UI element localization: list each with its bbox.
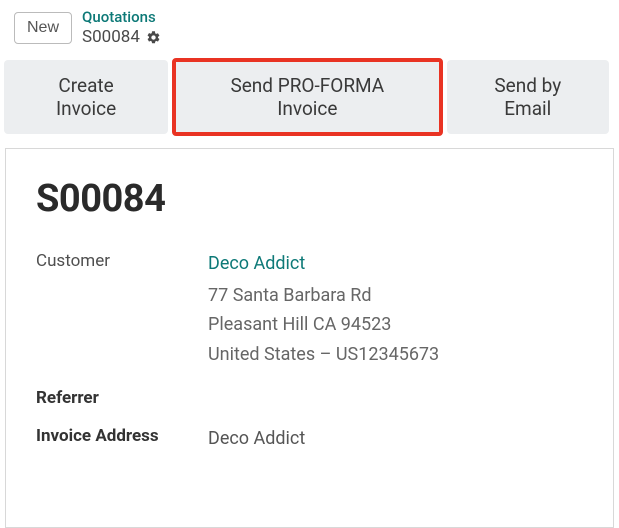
send-proforma-button[interactable]: Send PRO-FORMA Invoice [174,60,440,134]
field-referrer: Referrer [36,386,583,408]
address-line-3: United States – US12345673 [208,340,439,370]
address-line-2: Pleasant Hill CA 94523 [208,310,439,340]
record-title: S00084 [36,177,583,221]
form-sheet: S00084 Customer Deco Addict 77 Santa Bar… [5,148,614,528]
header-bar: New Quotations S00084 [0,0,619,60]
address-line-1: 77 Santa Barbara Rd [208,281,439,311]
action-button-bar: Create Invoice Send PRO-FORMA Invoice Se… [0,60,619,134]
customer-value: Deco Addict 77 Santa Barbara Rd Pleasant… [208,249,439,370]
referrer-label: Referrer [36,386,208,408]
breadcrumb: Quotations S00084 [82,8,161,48]
invoice-address-label: Invoice Address [36,424,208,446]
new-button[interactable]: New [14,12,72,44]
create-invoice-button[interactable]: Create Invoice [4,60,168,134]
customer-label: Customer [36,249,208,271]
field-customer: Customer Deco Addict 77 Santa Barbara Rd… [36,249,583,370]
breadcrumb-record-id: S00084 [82,27,140,48]
customer-link[interactable]: Deco Addict [208,253,305,274]
field-invoice-address: Invoice Address Deco Addict [36,424,583,454]
invoice-address-value[interactable]: Deco Addict [208,424,305,454]
gear-icon[interactable] [146,30,161,45]
breadcrumb-current: S00084 [82,27,161,48]
customer-address: 77 Santa Barbara Rd Pleasant Hill CA 945… [208,281,439,370]
breadcrumb-model-link[interactable]: Quotations [82,8,161,27]
send-by-email-button[interactable]: Send by Email [447,60,609,134]
